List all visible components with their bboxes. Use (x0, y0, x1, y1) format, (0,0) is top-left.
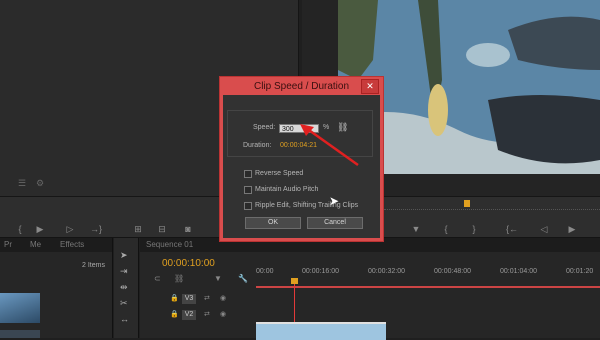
annotation-arrow (300, 124, 359, 167)
mouse-cursor-icon: ➤ (329, 194, 340, 208)
